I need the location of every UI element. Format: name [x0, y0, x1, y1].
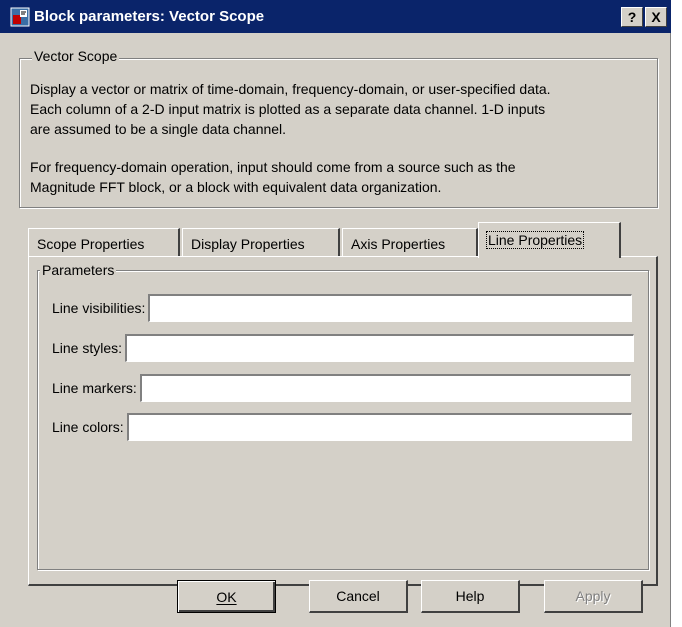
- tab-label: Line Properties: [485, 231, 585, 249]
- tab-axis-properties[interactable]: Axis Properties: [342, 228, 478, 256]
- block-parameters-dialog: Block parameters: Vector Scope ? X Vecto…: [0, 0, 671, 627]
- description-line-4: For frequency-domain operation, input sh…: [30, 159, 516, 175]
- line-visibilities-label: Line visibilities:: [52, 300, 146, 316]
- line-colors-input[interactable]: [126, 413, 632, 441]
- help-icon[interactable]: ?: [621, 7, 643, 27]
- tab-display-properties[interactable]: Display Properties: [182, 228, 340, 256]
- apply-button[interactable]: Apply: [544, 580, 643, 613]
- line-colors-label: Line colors:: [52, 419, 124, 435]
- line-markers-input[interactable]: [139, 374, 631, 402]
- line-colors-row: Line colors:: [52, 412, 632, 442]
- description-line-3: are assumed to be a single data channel.: [30, 121, 287, 137]
- help-button-label: Help: [455, 588, 485, 604]
- title-bar[interactable]: Block parameters: Vector Scope ? X: [0, 0, 671, 33]
- description-line-1: Display a vector or matrix of time-domai…: [30, 81, 551, 97]
- window-title: Block parameters: Vector Scope: [34, 8, 265, 25]
- cancel-button[interactable]: Cancel: [309, 580, 408, 613]
- line-markers-label: Line markers:: [52, 380, 137, 396]
- tab-label: Display Properties: [191, 236, 305, 252]
- line-visibilities-input[interactable]: [148, 294, 633, 322]
- tab-line-properties[interactable]: Line Properties: [478, 222, 621, 258]
- help-button[interactable]: Help: [421, 580, 520, 613]
- tab-label: Axis Properties: [351, 236, 446, 252]
- line-visibilities-row: Line visibilities:: [52, 293, 633, 323]
- ok-button-label: OK: [216, 588, 237, 605]
- apply-button-label: Apply: [575, 588, 611, 604]
- cancel-button-label: Cancel: [336, 588, 380, 604]
- description-line-5: Magnitude FFT block, or a block with equ…: [30, 179, 442, 195]
- tab-label: Scope Properties: [37, 236, 145, 252]
- line-styles-row: Line styles:: [52, 333, 635, 363]
- line-styles-label: Line styles:: [52, 340, 123, 356]
- simulink-block-icon: [10, 7, 30, 27]
- description-line-2: Each column of a 2-D input matrix is plo…: [30, 101, 546, 117]
- line-markers-row: Line markers:: [52, 373, 631, 403]
- tab-scope-properties[interactable]: Scope Properties: [28, 228, 180, 256]
- ok-button[interactable]: OK: [177, 580, 276, 613]
- parameters-legend: Parameters: [40, 262, 117, 278]
- block-description-legend: Vector Scope: [32, 48, 120, 64]
- close-icon[interactable]: X: [645, 7, 667, 27]
- line-styles-input[interactable]: [125, 334, 635, 362]
